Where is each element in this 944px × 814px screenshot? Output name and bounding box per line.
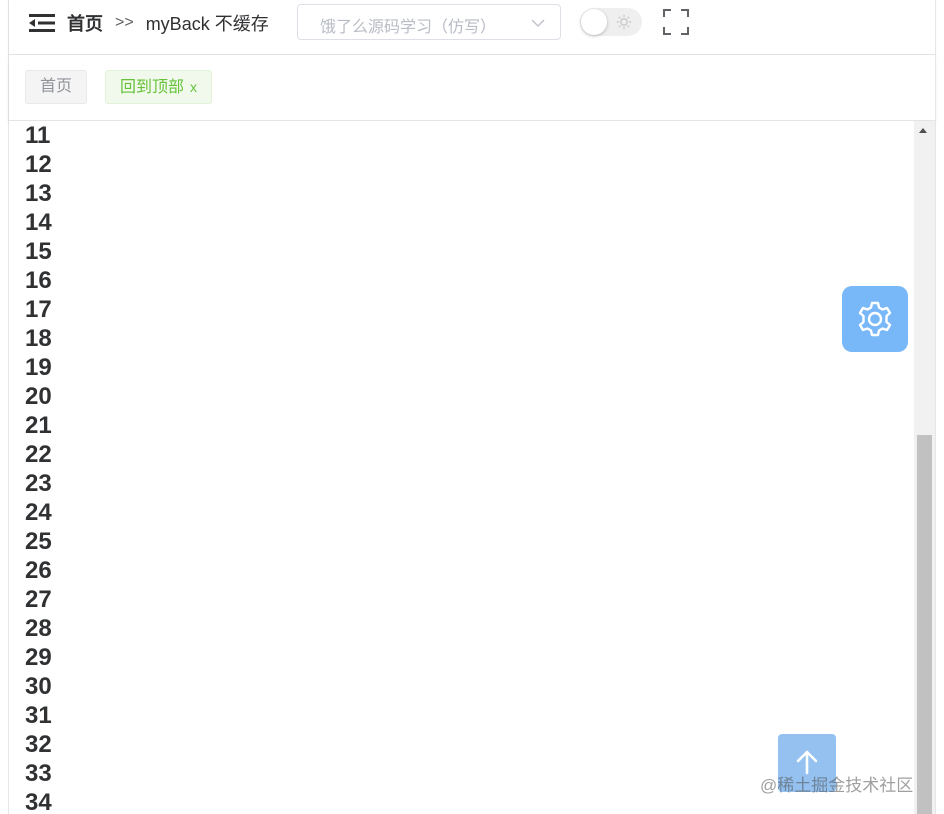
search-select[interactable]: 饿了么源码学习（仿写） [297, 4, 561, 40]
list-item: 34 [25, 789, 52, 814]
list-item: 33 [25, 760, 52, 787]
list-item: 11 [25, 122, 51, 149]
tag-label: 回到顶部 [120, 79, 185, 96]
list-item: 16 [25, 267, 52, 294]
main-content: 11 12 13 14 15 16 17 18 19 20 21 22 23 2… [9, 121, 914, 814]
list-item: 29 [25, 644, 52, 671]
sun-icon [616, 14, 632, 30]
breadcrumb-separator: >> [115, 14, 134, 31]
list-item: 26 [25, 557, 52, 584]
breadcrumb: 首页 >> myBack 不缓存 [67, 11, 269, 35]
search-select-placeholder: 饿了么源码学习（仿写） [320, 19, 497, 36]
list-item: 25 [25, 528, 52, 555]
list-item: 12 [25, 151, 52, 178]
list-item: 24 [25, 499, 52, 526]
list-item: 23 [25, 470, 52, 497]
list-item: 30 [25, 673, 52, 700]
tag-home[interactable]: 首页 [25, 70, 88, 104]
list-item: 21 [25, 412, 52, 439]
number-list: 11 12 13 14 15 16 17 18 19 20 21 22 23 2… [25, 121, 52, 814]
list-item: 15 [25, 238, 52, 265]
list-item: 32 [25, 731, 52, 758]
theme-switch-knob [581, 9, 607, 35]
watermark: @稀土掘金技术社区 [760, 776, 914, 795]
breadcrumb-current: myBack 不缓存 [145, 14, 269, 34]
tag-label: 首页 [40, 78, 73, 95]
list-item: 28 [25, 615, 52, 642]
list-item: 22 [25, 441, 52, 468]
scroll-up-arrow-icon[interactable] [919, 128, 927, 133]
list-item: 17 [25, 296, 52, 323]
list-item: 18 [25, 325, 52, 352]
list-item: 20 [25, 383, 52, 410]
list-item: 14 [25, 209, 52, 236]
list-item: 31 [25, 702, 52, 729]
tag-close-button[interactable]: x [190, 79, 197, 95]
app-window: 首页 >> myBack 不缓存 饿了么源码学习（仿写） 首页 回到顶部 x 1… [0, 0, 944, 814]
theme-switch[interactable] [580, 8, 642, 36]
gear-icon [858, 301, 892, 337]
list-item: 27 [25, 586, 52, 613]
menu-fold-icon[interactable] [29, 12, 55, 34]
list-item: 13 [25, 180, 52, 207]
list-item: 19 [25, 354, 52, 381]
top-navbar: 首页 >> myBack 不缓存 饿了么源码学习（仿写） [9, 0, 935, 55]
breadcrumb-home[interactable]: 首页 [67, 10, 103, 36]
fullscreen-icon[interactable] [663, 9, 689, 35]
tag-back-to-top[interactable]: 回到顶部 x [105, 70, 213, 104]
vertical-scrollbar[interactable] [914, 121, 935, 814]
settings-button[interactable] [842, 286, 908, 352]
window-right-border [935, 0, 936, 814]
chevron-down-icon [530, 15, 546, 31]
scrollbar-thumb[interactable] [917, 435, 932, 814]
tags-view-bar: 首页 回到顶部 x [9, 55, 935, 121]
